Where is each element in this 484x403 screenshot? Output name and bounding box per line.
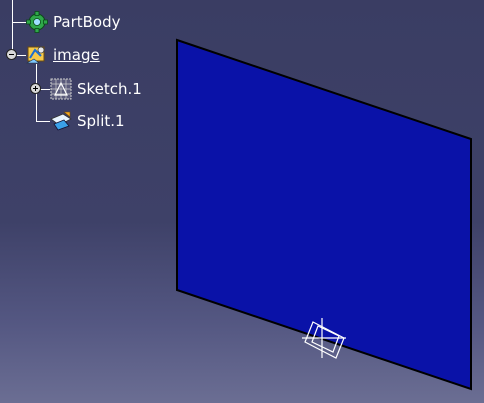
tree-item-label: Split.1 — [77, 112, 125, 130]
expand-toggle-sketch[interactable] — [30, 83, 41, 94]
tree-item-image[interactable]: image — [26, 44, 100, 66]
partbody-gear-icon — [26, 11, 48, 33]
sketch-icon — [50, 78, 72, 100]
split-icon — [50, 110, 72, 132]
tree-item-label: image — [53, 46, 100, 64]
collapse-toggle-image[interactable] — [6, 49, 17, 60]
geometrical-set-icon — [26, 44, 48, 66]
tree-item-sketch[interactable]: Sketch.1 — [50, 78, 142, 100]
tree-item-partbody[interactable]: PartBody — [26, 11, 120, 33]
tree-item-split[interactable]: Split.1 — [50, 110, 125, 132]
tree-connector-partbody — [12, 22, 26, 23]
tree-connector-top — [12, 0, 13, 56]
tree-item-label: Sketch.1 — [77, 80, 142, 98]
split-surface[interactable] — [176, 38, 472, 391]
tree-connector-split — [36, 121, 50, 122]
3d-viewport[interactable]: PartBody image Sketch.1 Split.1 — [0, 0, 484, 403]
tree-item-label: PartBody — [53, 13, 121, 31]
